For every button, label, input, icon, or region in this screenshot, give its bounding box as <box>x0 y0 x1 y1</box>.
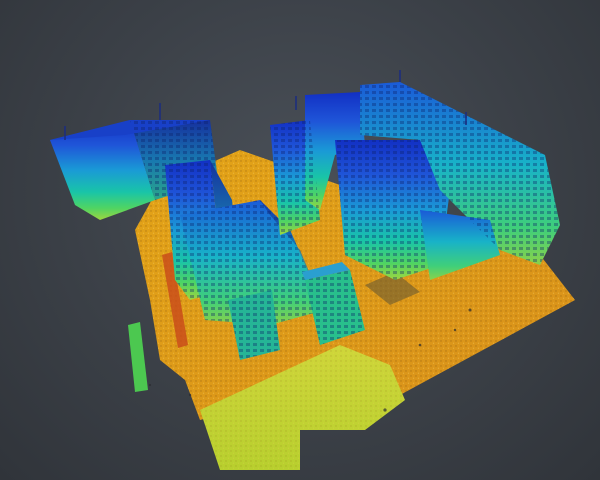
point-cloud-render <box>50 70 575 470</box>
point-cloud-viewport[interactable] <box>0 0 600 480</box>
green-strip-left <box>128 322 148 392</box>
